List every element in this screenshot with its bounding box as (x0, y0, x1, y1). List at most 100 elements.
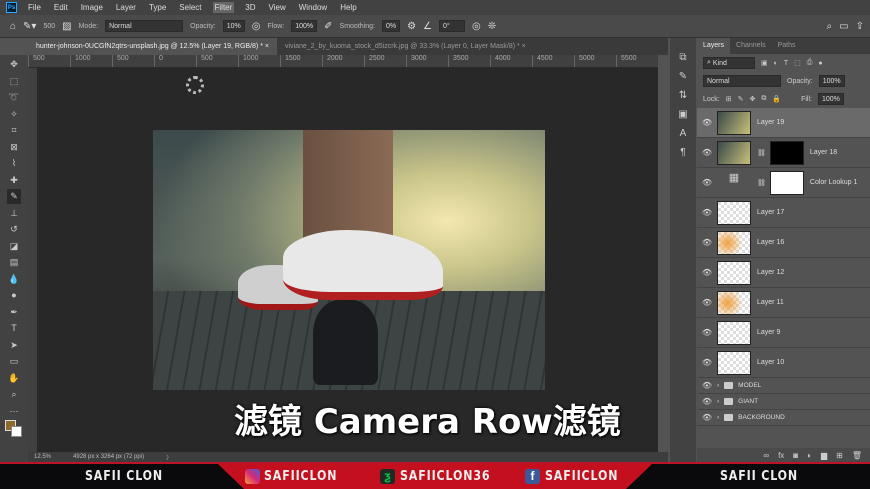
dodge-tool-icon[interactable]: ● (11, 288, 16, 303)
layer-row[interactable]: 👁 Layer 12 (697, 258, 870, 288)
share-icon[interactable]: ⇪ (856, 21, 864, 32)
menu-3d[interactable]: 3D (243, 2, 257, 13)
close-icon[interactable]: × (265, 43, 269, 50)
layer-mask-thumbnail[interactable] (769, 170, 804, 195)
type-filter-icon[interactable]: T (784, 60, 788, 67)
layer-opacity-input[interactable]: 100% (818, 75, 845, 87)
airbrush-icon[interactable]: ✐ (324, 21, 332, 32)
close-icon[interactable]: × (522, 43, 526, 50)
marquee-tool-icon[interactable]: ⬚ (10, 74, 19, 89)
menu-select[interactable]: Select (177, 2, 203, 13)
history-brush-icon[interactable]: ↺ (10, 222, 18, 237)
visibility-eye-icon[interactable]: 👁 (697, 298, 717, 307)
tab-viviane[interactable]: viviane_2_by_kuoma_stock_d5izcrk.jpg @ 3… (277, 38, 534, 55)
history-panel-icon[interactable]: ⧉ (679, 52, 686, 63)
home-icon[interactable]: ⌂ (10, 21, 16, 32)
chain-link-icon[interactable]: ⛓ (757, 179, 766, 187)
group-row[interactable]: 👁 › GIANT (697, 394, 870, 410)
brush-tool-icon[interactable]: ✎ (7, 189, 21, 204)
more-tools-icon[interactable]: ⋯ (10, 404, 19, 419)
blend-mode-select[interactable]: Normal (703, 75, 781, 87)
group-row[interactable]: 👁 › BACKGROUND (697, 410, 870, 426)
angle-input[interactable]: 0° (439, 20, 466, 32)
crop-tool-icon[interactable]: ⌗ (11, 123, 16, 138)
zoom-tool-icon[interactable]: ⌕ (11, 387, 16, 402)
menu-window[interactable]: Window (297, 2, 329, 13)
brush-tool-icon[interactable]: ✎▾ (23, 21, 36, 32)
menu-help[interactable]: Help (338, 2, 358, 13)
zoom-level[interactable]: 12.5% (34, 454, 51, 460)
shape-filter-icon[interactable]: ⬚ (794, 59, 801, 67)
visibility-eye-icon[interactable]: 👁 (697, 118, 717, 127)
paragraph-icon[interactable]: ¶ (680, 147, 685, 158)
tab-paths[interactable]: Paths (772, 38, 802, 54)
smart-object-filter-icon[interactable]: ⎙ (807, 59, 813, 67)
group-row[interactable]: 👁 › MODEL (697, 378, 870, 394)
chevron-right-icon[interactable]: › (717, 398, 719, 405)
chain-link-icon[interactable]: ⛓ (757, 149, 766, 157)
delete-layer-icon[interactable]: 🗑 (852, 451, 862, 460)
lock-artboard-icon[interactable]: ⧉ (761, 95, 766, 103)
quick-select-tool-icon[interactable]: ✧ (10, 107, 18, 122)
lock-position-icon[interactable]: ✥ (749, 95, 755, 103)
filter-toggle-icon[interactable]: ● (818, 60, 822, 67)
visibility-eye-icon[interactable]: 👁 (697, 413, 717, 422)
add-mask-icon[interactable]: ◙ (793, 451, 798, 460)
visibility-eye-icon[interactable]: 👁 (697, 397, 717, 406)
layer-row[interactable]: 👁 Layer 16 (697, 228, 870, 258)
layer-row[interactable]: 👁 ⛓ Layer 18 (697, 138, 870, 168)
menu-edit[interactable]: Edit (52, 2, 70, 13)
layer-row[interactable]: 👁 Layer 19 (697, 108, 870, 138)
menu-filter[interactable]: Filter (212, 2, 235, 13)
hand-tool-icon[interactable]: ✋ (8, 371, 19, 386)
pixel-filter-icon[interactable]: ▣ (761, 59, 768, 67)
status-arrow-icon[interactable]: 〉 (166, 453, 172, 462)
visibility-eye-icon[interactable]: 👁 (697, 178, 717, 187)
visibility-eye-icon[interactable]: 👁 (697, 381, 717, 390)
visibility-eye-icon[interactable]: 👁 (697, 148, 717, 157)
adjustment-filter-icon[interactable]: ◐ (774, 60, 778, 67)
menu-file[interactable]: File (26, 2, 43, 13)
eraser-tool-icon[interactable]: ◪ (10, 239, 19, 254)
visibility-eye-icon[interactable]: 👁 (697, 268, 717, 277)
menu-type[interactable]: Type (147, 2, 168, 13)
workspace-icon[interactable]: ▭ (839, 21, 848, 32)
frame-tool-icon[interactable]: ⊠ (10, 140, 18, 155)
lock-all-icon[interactable]: 🔒 (772, 95, 781, 103)
visibility-eye-icon[interactable]: 👁 (697, 358, 717, 367)
visibility-eye-icon[interactable]: 👁 (697, 328, 717, 337)
layer-mask-thumbnail[interactable] (769, 140, 804, 165)
visibility-eye-icon[interactable]: 👁 (697, 208, 717, 217)
search-icon[interactable]: ⌕ (827, 21, 833, 32)
mode-select[interactable]: Normal (105, 20, 184, 32)
path-select-tool-icon[interactable]: ➤ (10, 338, 18, 353)
layer-row[interactable]: 👁 ▦ ⛓ Color Lookup 1 (697, 168, 870, 198)
lock-image-icon[interactable]: ✎ (738, 95, 744, 103)
eyedropper-tool-icon[interactable]: ⌇ (12, 156, 16, 171)
type-tool-icon[interactable]: T (11, 321, 17, 336)
color-swatches[interactable] (5, 420, 23, 438)
flow-input[interactable]: 100% (291, 20, 318, 32)
fill-input[interactable]: 100% (817, 93, 844, 105)
tab-channels[interactable]: Channels (730, 38, 772, 54)
symmetry-icon[interactable]: ❊ (488, 21, 496, 32)
adjustment-layer-icon[interactable]: ◐ (807, 451, 812, 460)
pen-tool-icon[interactable]: ✒ (10, 305, 18, 320)
menu-image[interactable]: Image (79, 2, 105, 13)
healing-tool-icon[interactable]: ✚ (10, 173, 18, 188)
brush-panel-icon[interactable]: ▨ (62, 21, 71, 32)
pressure-opacity-icon[interactable]: ◎ (252, 21, 261, 32)
layer-row[interactable]: 👁 Layer 9 (697, 318, 870, 348)
chevron-right-icon[interactable]: › (717, 382, 719, 389)
pressure-size-icon[interactable]: ◎ (472, 21, 481, 32)
brush-settings-icon[interactable]: ✎ (679, 71, 687, 82)
menu-view[interactable]: View (267, 2, 288, 13)
document-image[interactable] (153, 130, 545, 390)
layer-row[interactable]: 👁 Layer 11 (697, 288, 870, 318)
fx-icon[interactable]: fx (778, 451, 784, 460)
menu-layer[interactable]: Layer (114, 2, 138, 13)
tab-hunter-johnson[interactable]: hunter-johnson-0UCGfN2qtrs-unsplash.jpg … (28, 38, 277, 55)
chevron-right-icon[interactable]: › (717, 414, 719, 421)
adjustments-icon[interactable]: ⇅ (679, 90, 687, 101)
shape-tool-icon[interactable]: ▭ (10, 354, 19, 369)
